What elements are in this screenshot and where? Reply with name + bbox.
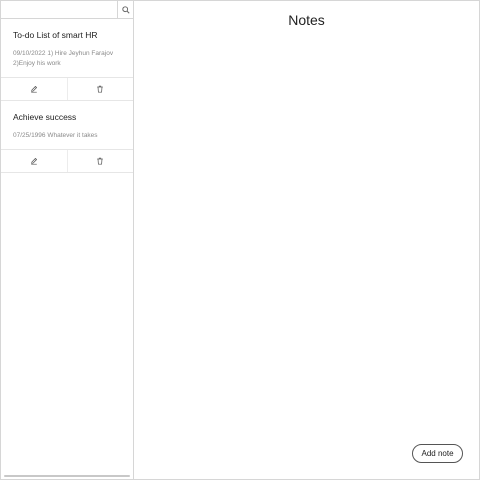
- pencil-icon: [30, 158, 37, 165]
- sidebar-horizontal-scrollbar[interactable]: [4, 475, 130, 477]
- delete-note-button[interactable]: [66, 78, 134, 100]
- trash-icon: [97, 85, 104, 93]
- note-text: 09/10/2022 1) Hire Jeyhun Farajov 2)Enjo…: [13, 50, 114, 67]
- note-text: 07/25/1996 Whatever it takes: [13, 132, 98, 139]
- pencil-icon: [30, 86, 37, 93]
- delete-note-button[interactable]: [66, 150, 134, 172]
- edit-note-button[interactable]: [1, 78, 67, 100]
- notes-sidebar: To-do List of smart HR 09/10/2022 1) Hir…: [1, 1, 134, 479]
- note-content[interactable]: Achieve success 07/25/1996 Whatever it t…: [1, 101, 133, 149]
- search-button[interactable]: [117, 1, 133, 18]
- note-title: To-do List of smart HR: [13, 30, 98, 40]
- page-title: Notes: [288, 12, 325, 28]
- note-card[interactable]: To-do List of smart HR 09/10/2022 1) Hir…: [1, 19, 133, 101]
- note-card[interactable]: Achieve success 07/25/1996 Whatever it t…: [1, 101, 133, 173]
- search-icon: [121, 5, 130, 14]
- notes-app-window: To-do List of smart HR 09/10/2022 1) Hir…: [0, 0, 480, 480]
- add-note-button[interactable]: Add note: [412, 444, 463, 463]
- search-input[interactable]: [3, 2, 121, 16]
- note-actions: [1, 77, 133, 100]
- trash-icon: [97, 157, 104, 165]
- search-bar: [1, 1, 133, 19]
- edit-note-button[interactable]: [1, 150, 67, 172]
- note-actions: [1, 149, 133, 172]
- main-panel: Notes Add note: [134, 1, 479, 479]
- note-title: Achieve success: [13, 112, 77, 122]
- note-content[interactable]: To-do List of smart HR 09/10/2022 1) Hir…: [1, 19, 133, 77]
